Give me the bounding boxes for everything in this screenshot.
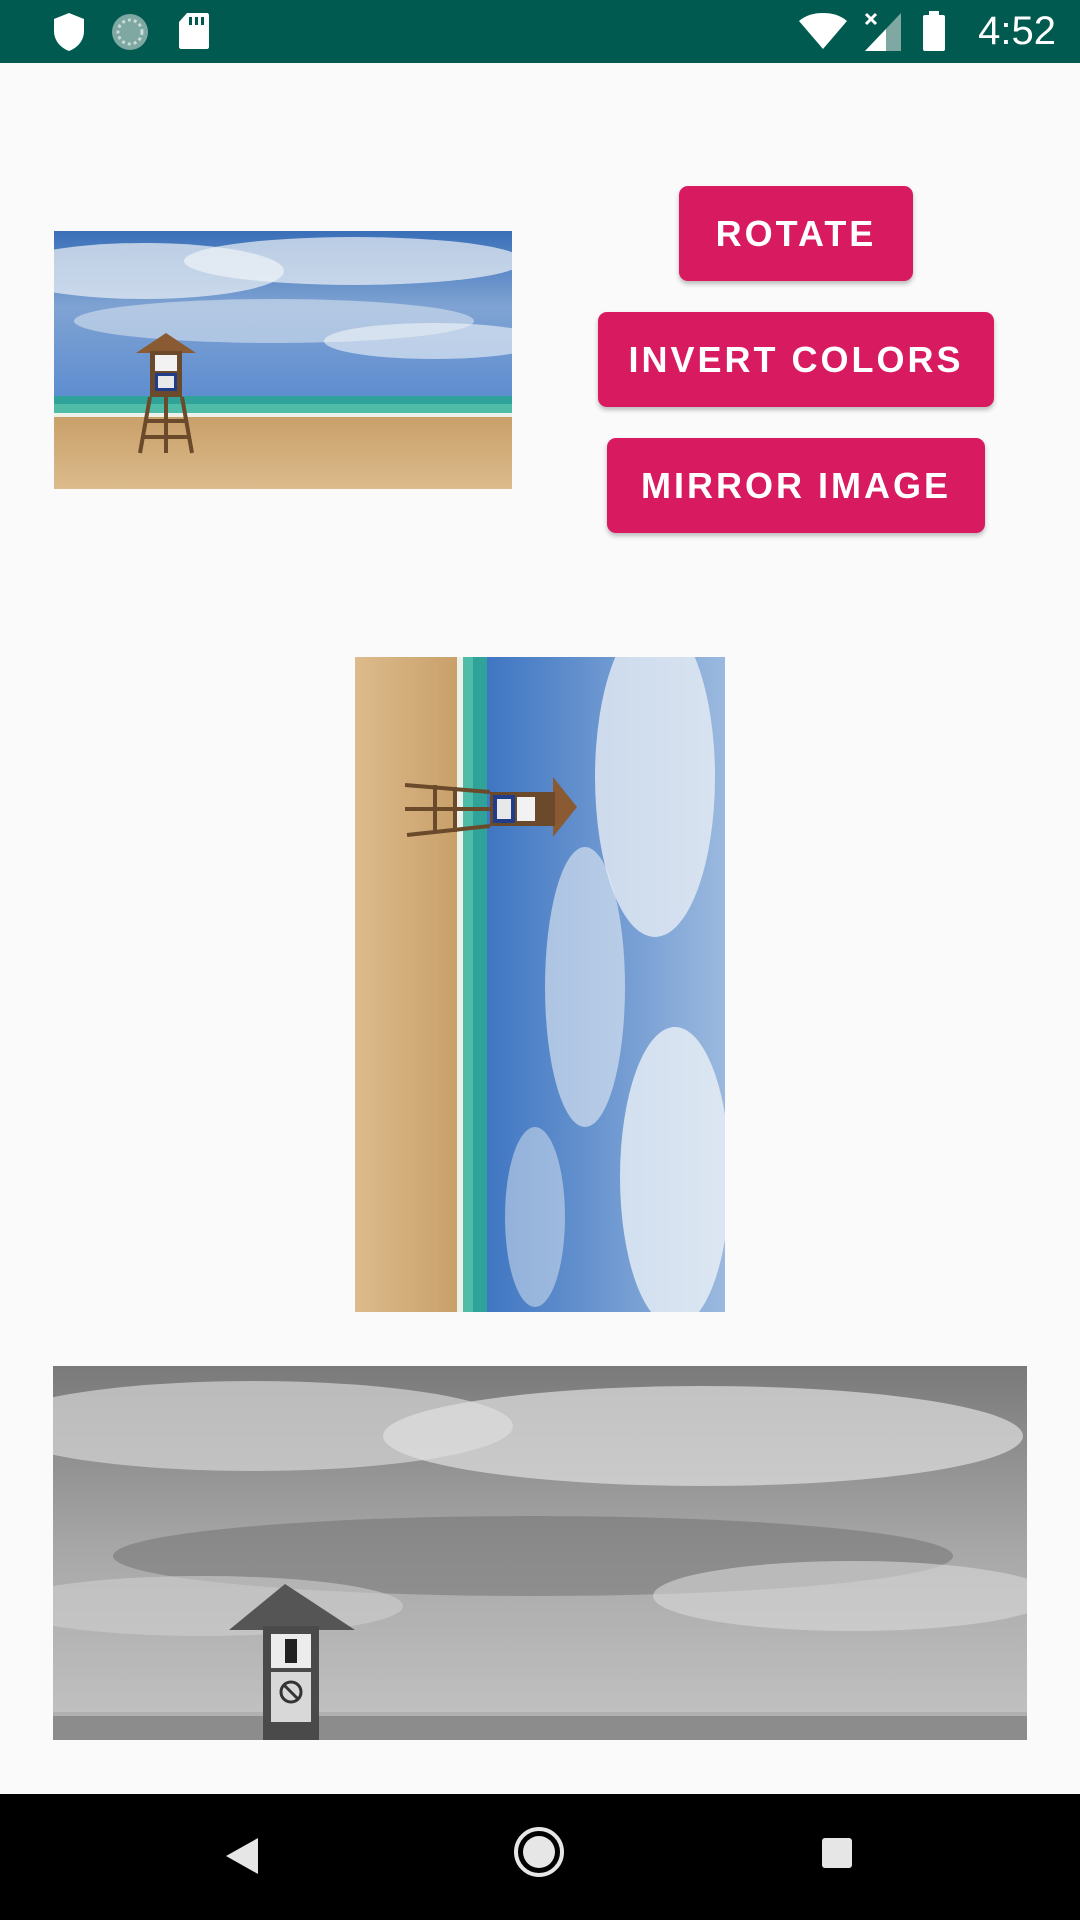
wifi-icon (799, 13, 847, 49)
sd-card-icon (179, 13, 209, 49)
navigation-bar (0, 1794, 1080, 1920)
shield-icon (54, 13, 84, 51)
signal-icon (864, 12, 901, 51)
back-icon[interactable] (222, 1834, 262, 1878)
original-image (54, 231, 512, 489)
invert-colors-button[interactable]: INVERT COLORS (598, 312, 994, 407)
home-icon[interactable] (513, 1826, 565, 1878)
battery-icon (923, 11, 945, 51)
rotate-button[interactable]: ROTATE (679, 186, 913, 281)
recents-icon[interactable] (820, 1836, 854, 1870)
sync-icon (112, 14, 148, 50)
grayscale-image (53, 1366, 1027, 1740)
mirror-image-button[interactable]: MIRROR IMAGE (607, 438, 985, 533)
status-clock: 4:52 (978, 9, 1056, 53)
status-bar: 4:52 (0, 0, 1080, 63)
rotated-image (355, 657, 725, 1312)
editor-screen: ROTATE INVERT COLORS MIRROR IMAGE (0, 63, 1080, 1794)
